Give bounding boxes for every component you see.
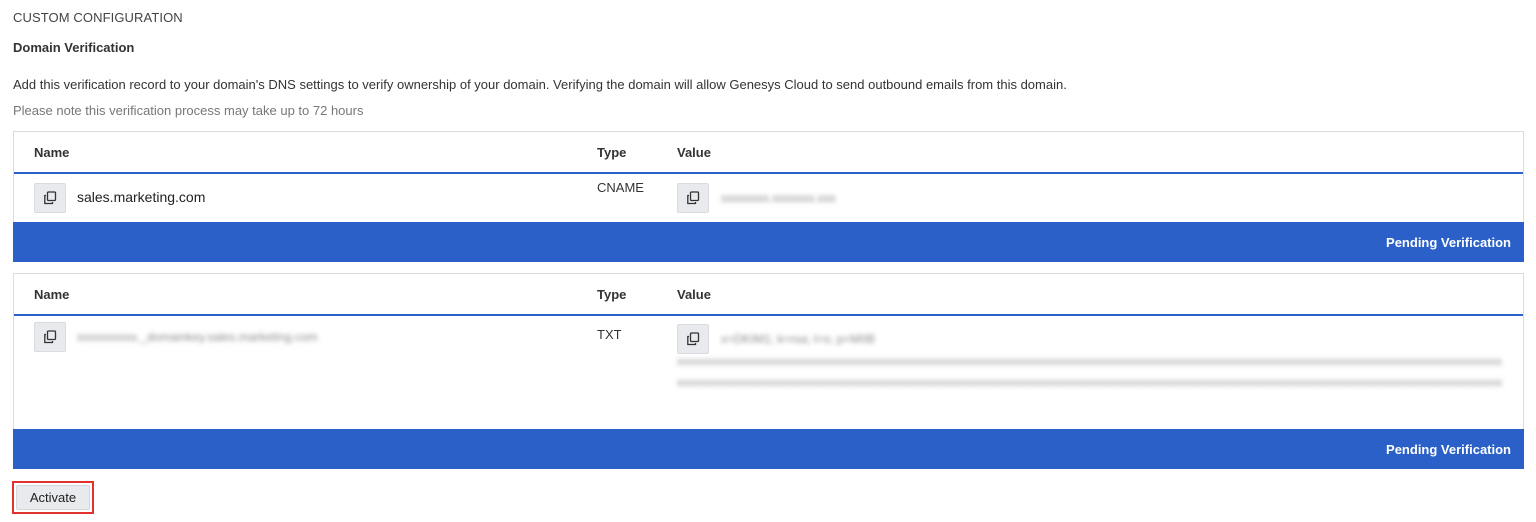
record-type: CNAME — [597, 180, 644, 195]
record-table: Name Type Value xxxxxxxxxx._domainkey.sa… — [13, 273, 1524, 429]
verification-description: Add this verification record to your dom… — [13, 77, 1067, 92]
column-header-name: Name — [34, 287, 70, 302]
record-value: xxxxxxxxxxxxxxxxxxxxxxxxxxxxxxxxxxxxxxxx… — [677, 356, 1502, 389]
record-table-header: Name Type Value — [14, 132, 1523, 174]
copy-value-button[interactable] — [677, 183, 709, 213]
column-header-type: Type — [597, 287, 627, 302]
activate-highlight: Activate — [12, 481, 94, 514]
status-bar: Pending Verification — [13, 429, 1524, 469]
record-type: TXT — [597, 327, 622, 342]
verification-note: Please note this verification process ma… — [13, 103, 364, 118]
record-value: xxxxxxxx.xxxxxxx.xxx — [721, 191, 836, 205]
column-header-value: Value — [677, 287, 711, 302]
record-table: Name Type Value sales.marketing.com CNAM… — [13, 131, 1524, 222]
column-header-name: Name — [34, 145, 70, 160]
copy-name-button[interactable] — [34, 183, 66, 213]
copy-value-button[interactable] — [677, 324, 709, 354]
copy-icon — [687, 332, 700, 346]
activate-button[interactable]: Activate — [16, 485, 90, 510]
section-title: Domain Verification — [13, 40, 135, 55]
copy-icon — [687, 191, 700, 205]
record-name: sales.marketing.com — [77, 189, 206, 205]
record-table-header: Name Type Value — [14, 274, 1523, 316]
column-header-value: Value — [677, 145, 711, 160]
dns-record-txt: Name Type Value xxxxxxxxxx._domainkey.sa… — [13, 273, 1524, 470]
record-name: xxxxxxxxxx._domainkey.sales.marketing.co… — [77, 330, 318, 344]
status-bar: Pending Verification — [13, 222, 1524, 262]
copy-icon — [44, 191, 57, 205]
section-label: CUSTOM CONFIGURATION — [13, 10, 183, 25]
copy-icon — [44, 330, 57, 344]
column-header-type: Type — [597, 145, 627, 160]
status-text: Pending Verification — [1386, 441, 1511, 457]
copy-name-button[interactable] — [34, 322, 66, 352]
record-value-line: x=DKIM1; k=rsa; t=s; p=MIIB — [721, 332, 876, 346]
dns-record-cname: Name Type Value sales.marketing.com CNAM… — [13, 131, 1524, 263]
status-text: Pending Verification — [1386, 234, 1511, 250]
